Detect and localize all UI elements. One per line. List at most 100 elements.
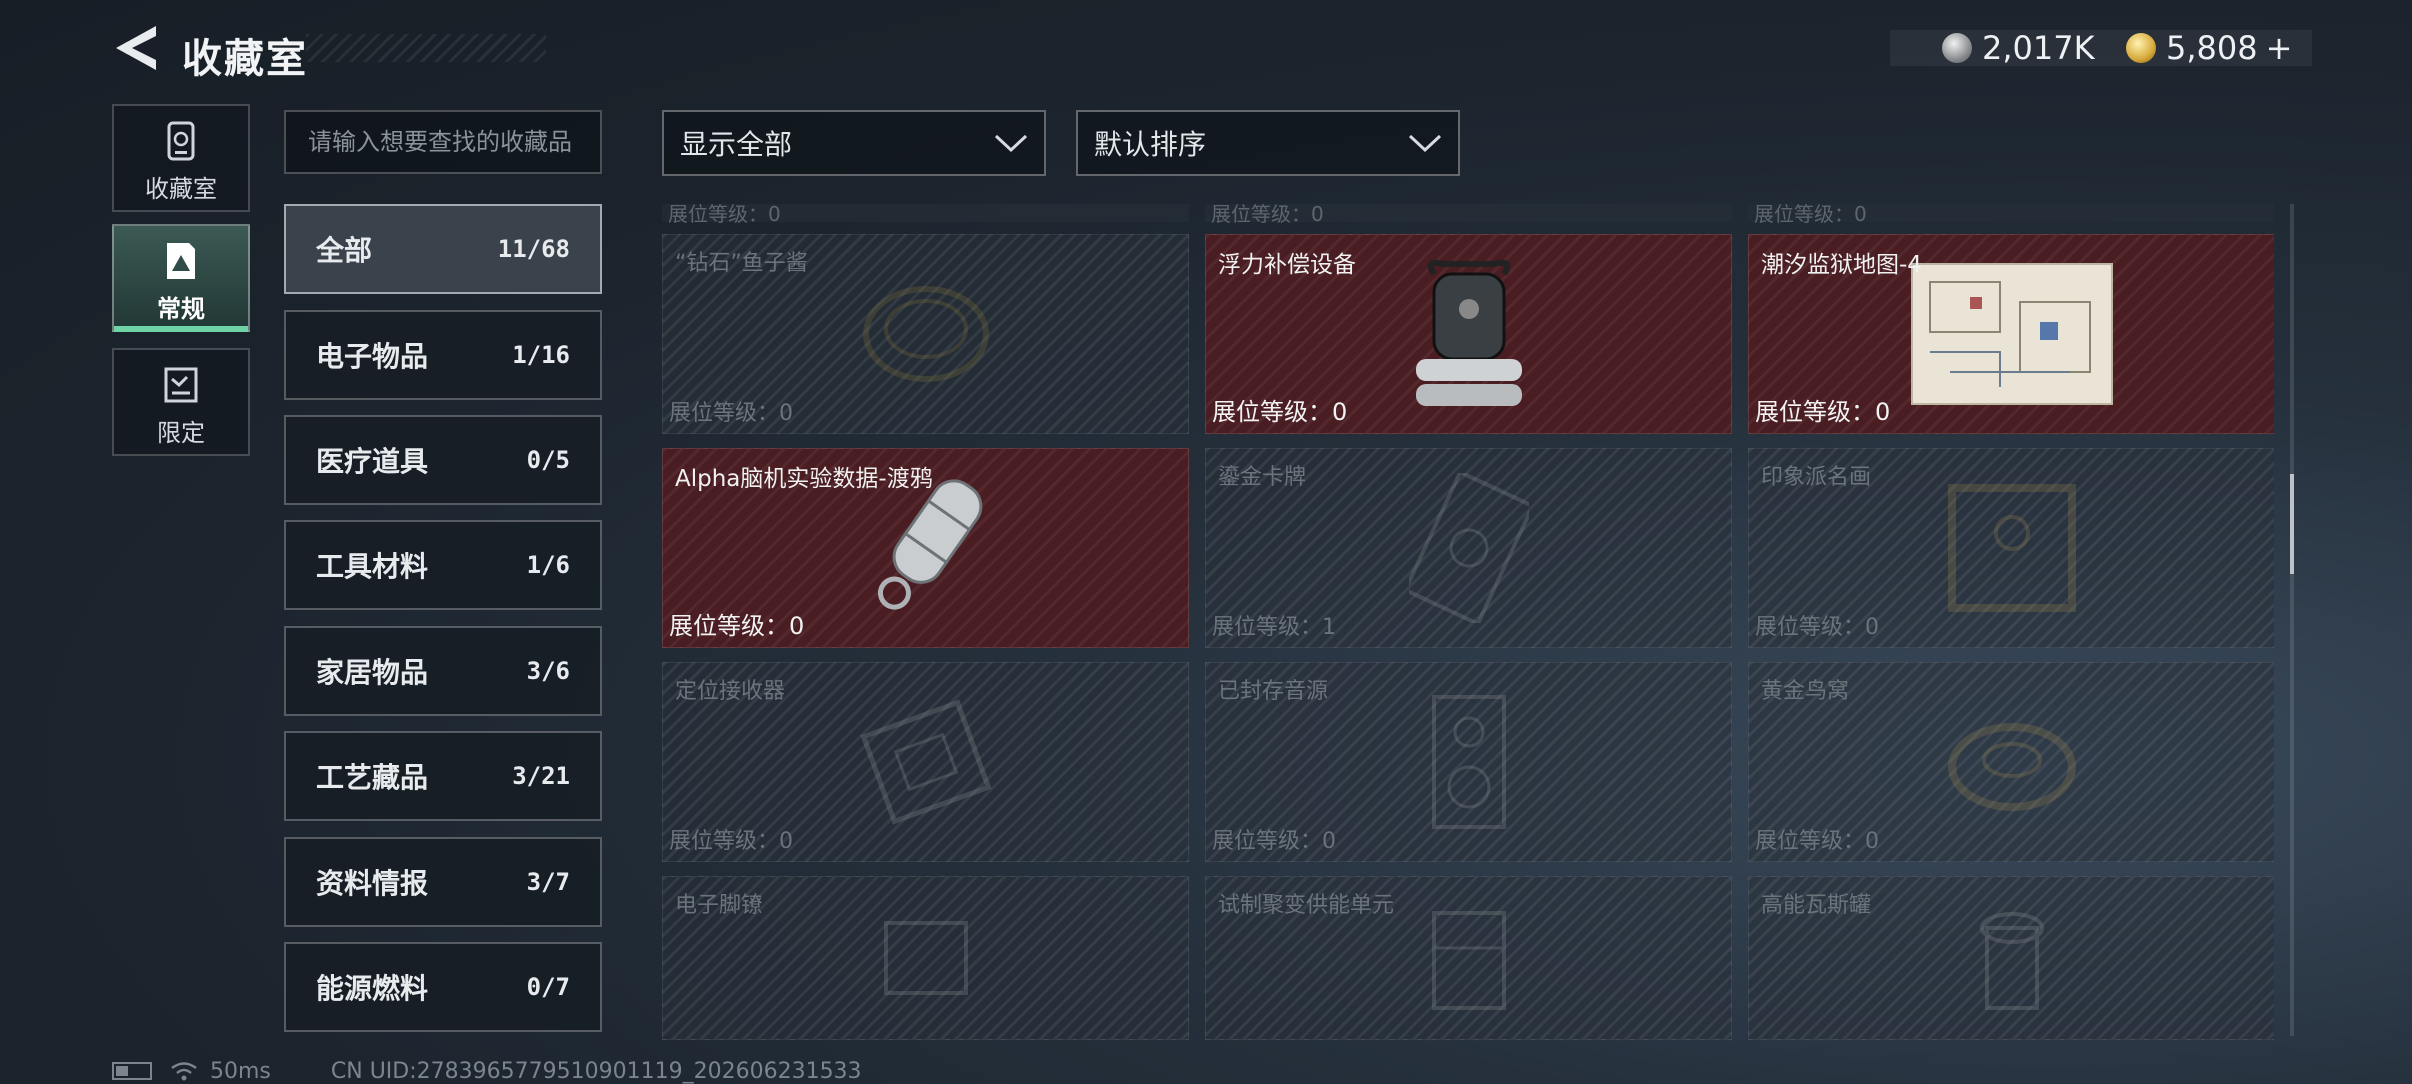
electronic-shackle-icon: [883, 921, 968, 995]
category-count: 1/6: [526, 551, 570, 579]
card-name: 定位接收器: [675, 679, 786, 704]
search-input[interactable]: [308, 128, 578, 156]
category-name: 医疗道具: [316, 445, 429, 478]
locator-receiver-icon: [859, 699, 992, 825]
category-name: 工具材料: [316, 550, 429, 583]
category-intel[interactable]: 资料情报 3/7: [284, 837, 602, 927]
category-household[interactable]: 家居物品 3/6: [284, 626, 602, 716]
category-count: 3/7: [526, 868, 570, 896]
card-level: 展位等级：0: [669, 612, 805, 640]
back-arrow-icon[interactable]: [112, 22, 160, 74]
card-level: 展位等级：0: [1212, 829, 1336, 854]
collection-card[interactable]: 黄金鸟窝 展位等级：0: [1748, 662, 2274, 862]
silver-coin-icon: [1942, 33, 1972, 63]
active-indicator: [114, 326, 248, 332]
fusion-unit-icon: [1431, 911, 1506, 1010]
limited-icon: [164, 367, 198, 403]
card-name: 电子脚镣: [675, 893, 764, 918]
card-level: 展位等级：0: [1755, 615, 1879, 640]
category-medical[interactable]: 医疗道具 0/5: [284, 415, 602, 505]
prison-map-icon: [1910, 263, 2113, 405]
currency-gold: 5,808 +: [2126, 29, 2293, 67]
sealed-audio-icon: [1431, 695, 1506, 829]
search-box: [284, 110, 602, 174]
card-name: “钻石”鱼子酱: [675, 251, 808, 276]
gas-canister-icon: [1979, 912, 2044, 1010]
grid-scrollbar[interactable]: [2290, 204, 2294, 1036]
category-name: 能源燃料: [316, 972, 429, 1005]
collection-card[interactable]: 鎏金卡牌 展位等级：1: [1205, 448, 1732, 648]
card-level: 展位等级：0: [1211, 204, 1324, 226]
caviar-tin-icon: [862, 286, 989, 382]
header: 收藏室 2,017K 5,808 +: [0, 0, 2412, 100]
collection-card[interactable]: 已封存音源 展位等级：0: [1205, 662, 1732, 862]
card-level: 展位等级：0: [1754, 204, 1867, 226]
collection-card[interactable]: Alpha脑机实验数据-渡鸦 展位等级：0: [662, 448, 1189, 648]
collection-card[interactable]: 印象派名画 展位等级：0: [1748, 448, 2274, 648]
card-name: 试制聚变供能单元: [1218, 893, 1395, 918]
category-count: 11/68: [497, 235, 570, 263]
partial-card: 展位等级：0: [1205, 204, 1732, 226]
nav-collection-room[interactable]: 收藏室: [112, 104, 250, 212]
card-level: 展位等级：0: [668, 204, 781, 226]
gold-amount: 5,808: [2166, 29, 2258, 67]
category-count: 1/16: [512, 341, 570, 369]
collection-grid: 展位等级：0 展位等级：0 展位等级：0 “钻石”鱼子酱 展位等级：0 浮力补偿…: [660, 204, 2274, 1040]
category-name: 工艺藏品: [316, 761, 429, 794]
card-name: 高能瓦斯罐: [1761, 893, 1872, 918]
currency-bar: 2,017K 5,808 +: [1890, 29, 2312, 67]
buoyancy-device-icon: [1415, 259, 1522, 406]
collection-card[interactable]: “钻石”鱼子酱 展位等级：0: [662, 234, 1189, 434]
nav-limited[interactable]: 限定: [112, 348, 250, 456]
partial-card: 展位等级：0: [1748, 204, 2274, 226]
currency-silver: 2,017K: [1942, 29, 2095, 67]
category-energy[interactable]: 能源燃料 0/7: [284, 942, 602, 1032]
category-name: 全部: [316, 234, 373, 267]
collection-card[interactable]: 浮力补偿设备 展位等级：0: [1205, 234, 1732, 434]
page-title-wrap: 收藏室: [176, 26, 546, 82]
gilded-card-icon: [1408, 473, 1529, 623]
card-name: 印象派名画: [1761, 465, 1872, 490]
card-name: 已封存音源: [1218, 679, 1329, 704]
category-name: 资料情报: [316, 867, 429, 900]
chevron-down-icon: [1408, 134, 1442, 153]
category-count: 0/5: [526, 446, 570, 474]
nav-regular[interactable]: 常规: [112, 224, 250, 332]
card-name: 黄金鸟窝: [1761, 679, 1850, 704]
collection-card[interactable]: 试制聚变供能单元: [1205, 876, 1732, 1040]
filter-show-label: 显示全部: [680, 128, 793, 161]
category-name: 电子物品: [316, 340, 429, 373]
wifi-icon: [171, 1062, 197, 1081]
sort-dropdown[interactable]: 默认排序: [1076, 110, 1460, 176]
painting-icon: [1947, 484, 2076, 612]
title-decoration: [306, 34, 546, 62]
nav-label-collection-room: 收藏室: [145, 175, 217, 203]
category-crafts[interactable]: 工艺藏品 3/21: [284, 731, 602, 821]
card-level: 展位等级：0: [1755, 829, 1879, 854]
scrollbar-thumb[interactable]: [2290, 474, 2294, 574]
category-tools[interactable]: 工具材料 1/6: [284, 520, 602, 610]
category-all[interactable]: 全部 11/68: [284, 204, 602, 294]
nav-label-regular: 常规: [157, 295, 205, 323]
filter-show-dropdown[interactable]: 显示全部: [662, 110, 1046, 176]
collection-card[interactable]: 定位接收器 展位等级：0: [662, 662, 1189, 862]
silver-amount: 2,017K: [1982, 29, 2095, 67]
add-currency-button[interactable]: +: [2266, 29, 2293, 67]
status-bar: 50ms CN UID:2783965779510901119_20260623…: [112, 1058, 862, 1084]
page-title: 收藏室: [182, 36, 308, 82]
collection-card[interactable]: 高能瓦斯罐: [1748, 876, 2274, 1040]
category-name: 家居物品: [316, 656, 429, 689]
card-name: 鎏金卡牌: [1218, 465, 1307, 490]
category-electronics[interactable]: 电子物品 1/16: [284, 310, 602, 400]
collection-room-icon: [167, 121, 195, 161]
partial-card: 展位等级：0: [662, 204, 1189, 226]
collection-card[interactable]: 电子脚镣: [662, 876, 1189, 1040]
ping-value: 50ms: [210, 1058, 271, 1084]
card-level: 展位等级：0: [1755, 398, 1891, 426]
collection-card[interactable]: 潮汐监狱地图-4 展位等级：0: [1748, 234, 2274, 434]
category-count: 0/7: [526, 973, 570, 1001]
card-level: 展位等级：1: [1212, 615, 1336, 640]
gold-coin-icon: [2126, 33, 2156, 63]
card-level: 展位等级：0: [669, 829, 793, 854]
golden-nest-icon: [1947, 723, 2076, 811]
